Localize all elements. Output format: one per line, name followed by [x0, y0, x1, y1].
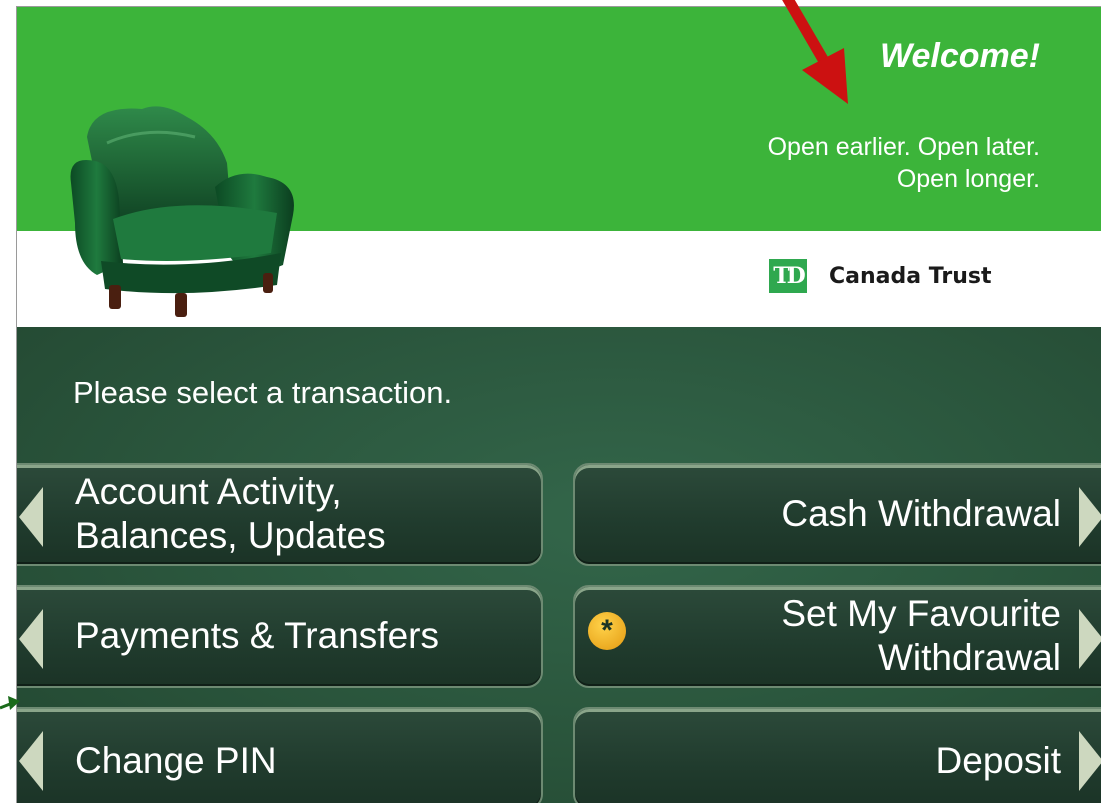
cash-withdrawal-button[interactable]: Cash Withdrawal [573, 463, 1101, 566]
account-activity-line-1: Account Activity, [75, 471, 342, 512]
slogan-line-2: Open longer. [896, 165, 1040, 193]
atm-screen: Welcome! Open earlier. Open later. Open … [16, 6, 1101, 803]
payments-transfers-label: Payments & Transfers [75, 615, 439, 656]
account-activity-button[interactable]: Account Activity, Balances, Updates [17, 463, 543, 566]
favourite-line-1: Set My Favourite [781, 593, 1061, 634]
welcome-text: Welcome! [880, 37, 1040, 75]
payments-transfers-button[interactable]: Payments & Transfers [17, 585, 543, 688]
arrow-left-icon [19, 609, 43, 669]
slogan: Open earlier. Open later. Open longer. [768, 131, 1040, 195]
arrow-left-icon [19, 731, 43, 791]
arrow-right-icon [1079, 609, 1101, 669]
set-favourite-withdrawal-button[interactable]: * Set My Favourite Withdrawal [573, 585, 1101, 688]
td-logo-mark: TD [769, 259, 807, 293]
deposit-button[interactable]: Deposit [573, 707, 1101, 803]
favourite-label: Set My Favourite Withdrawal [781, 592, 1061, 680]
armchair-icon [70, 106, 294, 317]
change-pin-label: Change PIN [75, 740, 277, 781]
deposit-label: Deposit [935, 740, 1061, 781]
arrow-right-icon [1079, 731, 1101, 791]
arrow-right-icon [1079, 487, 1101, 547]
favourite-line-2: Withdrawal [878, 637, 1061, 678]
change-pin-button[interactable]: Change PIN [17, 707, 543, 803]
cash-withdrawal-label: Cash Withdrawal [781, 493, 1061, 534]
arrow-left-icon [19, 487, 43, 547]
account-activity-label: Account Activity, Balances, Updates [75, 470, 386, 558]
account-activity-line-2: Balances, Updates [75, 515, 386, 556]
green-annotation-arrow-icon [0, 696, 20, 710]
slogan-line-1: Open earlier. Open later. [767, 133, 1040, 161]
star-badge-icon: * [588, 612, 626, 650]
red-annotation-arrow-icon [782, 0, 848, 104]
logo-text: Canada Trust [829, 263, 992, 289]
transaction-prompt: Please select a transaction. [73, 375, 453, 410]
td-canada-trust-logo: TD Canada Trust [769, 253, 991, 299]
